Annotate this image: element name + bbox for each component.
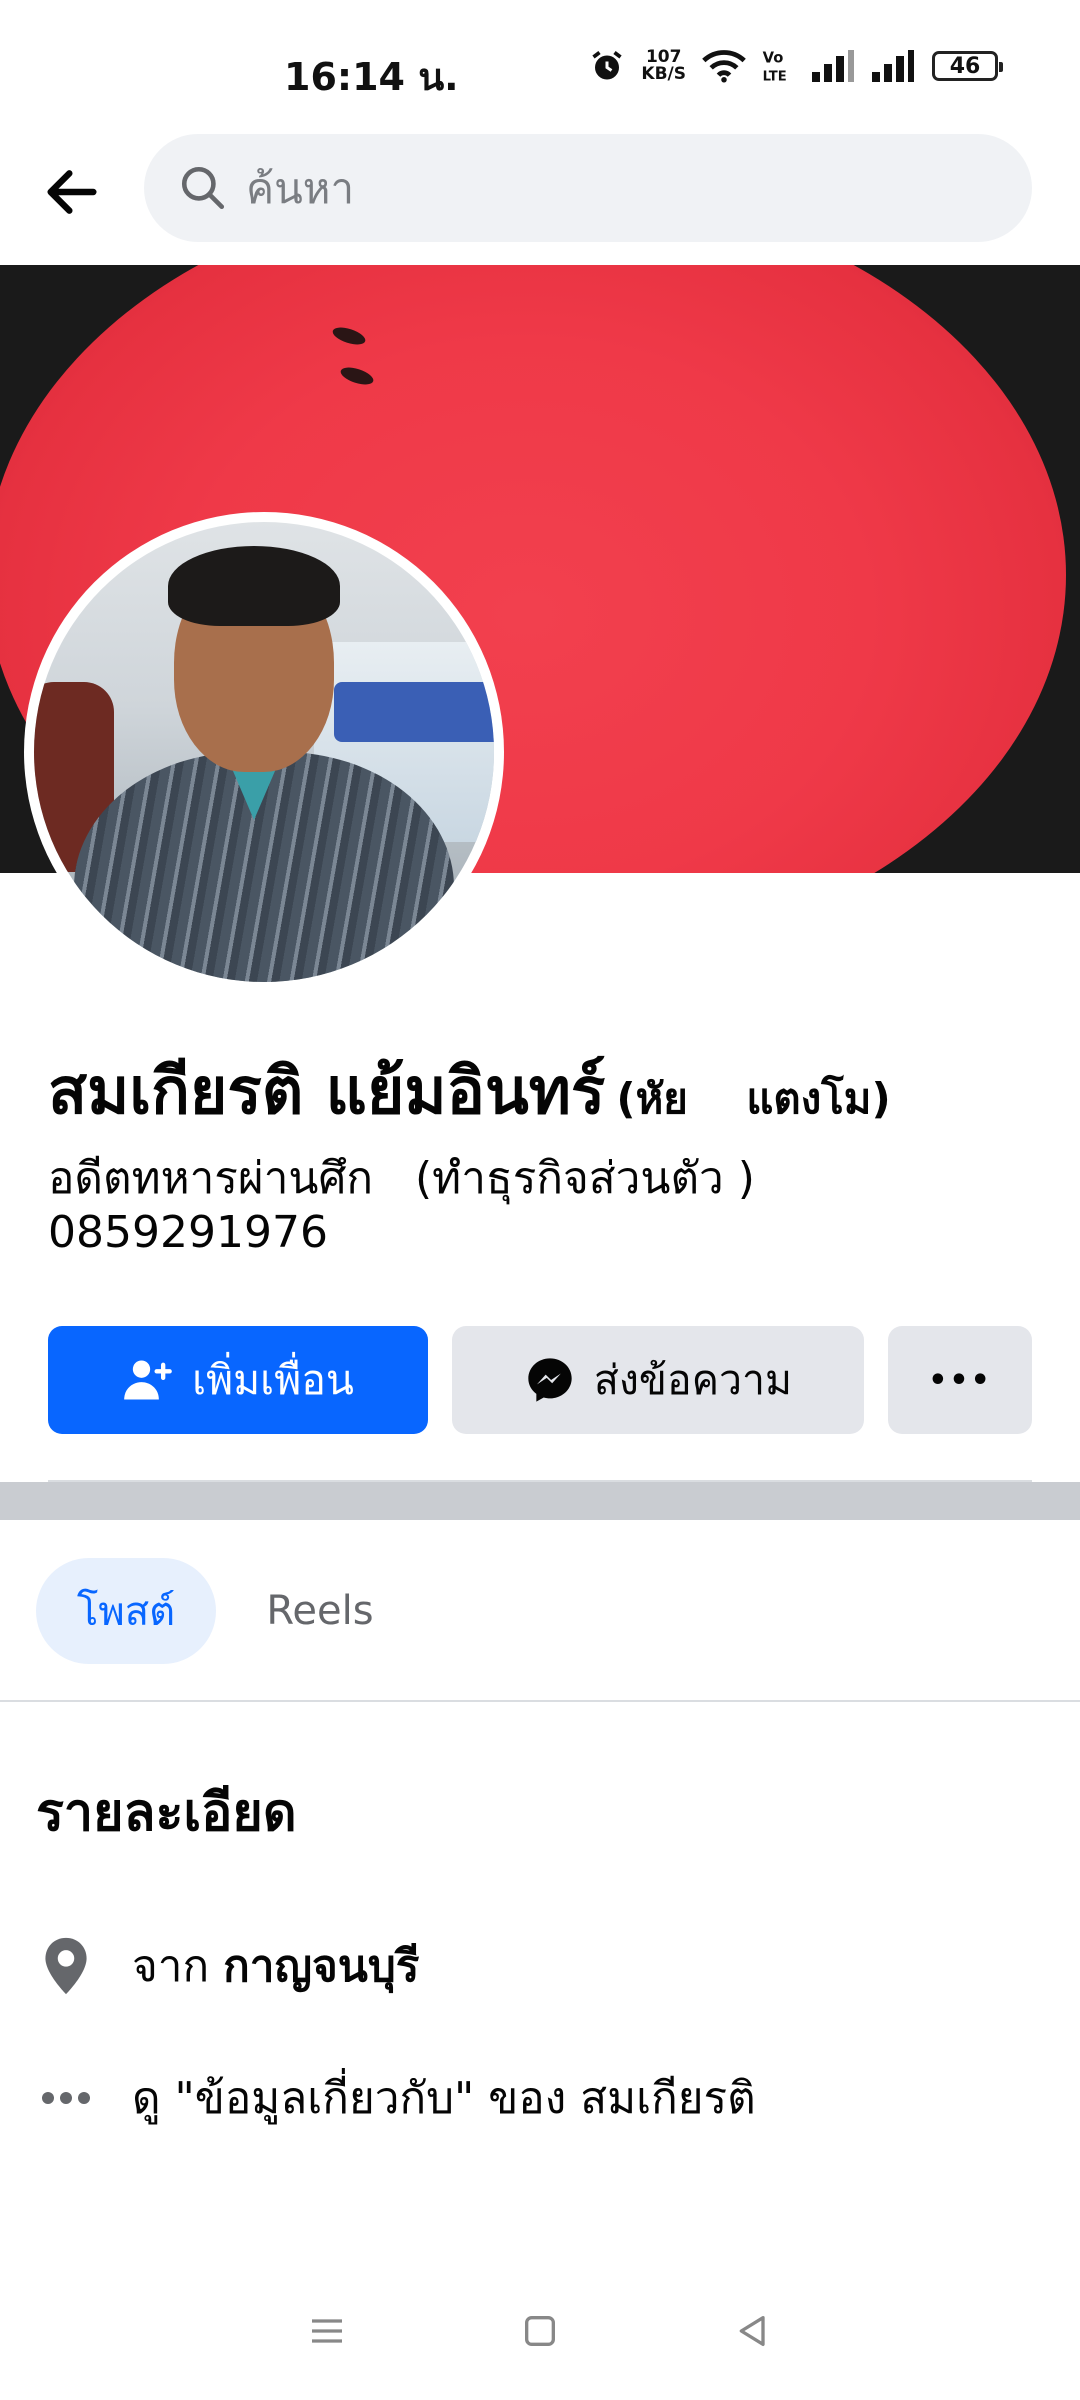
detail-from: จาก กาญจนบุรี: [36, 1926, 1036, 2006]
menu-icon: [311, 2319, 342, 2343]
more-horizontal-icon: •••: [928, 1362, 992, 1398]
svg-text:Vo: Vo: [763, 50, 784, 67]
more-options-button[interactable]: •••: [888, 1326, 1032, 1434]
location-pin-icon: [45, 1937, 87, 1995]
status-time: 16:14 น.: [284, 55, 459, 99]
arrow-left-icon: [47, 170, 97, 214]
search-input[interactable]: [246, 163, 946, 213]
add-friend-label: เพิ่มเพื่อน: [192, 1355, 354, 1404]
system-nav-bar: [0, 2262, 1080, 2400]
detail-about-link[interactable]: ดู "ข้อมูลเกี่ยวกับ" ของ สมเกียรติ: [132, 2063, 756, 2133]
messenger-icon: [528, 1358, 572, 1402]
alarm-icon: [592, 51, 623, 80]
home-square-icon: [524, 2316, 555, 2346]
back-button[interactable]: [34, 154, 110, 230]
search-header: [0, 130, 1080, 265]
message-button[interactable]: ส่งข้อความ: [452, 1326, 864, 1434]
avatar-image: [34, 522, 494, 982]
wifi-icon: [702, 50, 746, 83]
search-box[interactable]: [144, 134, 1032, 242]
profile-name: สมเกียรติ แย้มอินทร์ (หัย แตงโม): [48, 1040, 891, 1142]
message-label: ส่งข้อความ: [593, 1355, 793, 1404]
back-nav-button[interactable]: [713, 2291, 793, 2371]
tab-posts[interactable]: โพสต์: [36, 1558, 216, 1664]
detail-about[interactable]: ดู "ข้อมูลเกี่ยวกับ" ของ สมเกียรติ: [36, 2058, 1036, 2138]
more-horizontal-icon: [42, 2092, 90, 2104]
network-speed: 107 KB/S: [641, 49, 686, 83]
menu-nav-button[interactable]: [287, 2291, 367, 2371]
section-divider: [0, 1482, 1080, 1520]
search-icon: [181, 166, 225, 210]
home-nav-button[interactable]: [500, 2291, 580, 2371]
signal-icon-2: [872, 50, 914, 82]
profile-actions: เพิ่มเพื่อน ส่งข้อความ •••: [48, 1326, 1032, 1434]
detail-from-place[interactable]: กาญจนบุรี: [223, 1941, 419, 1992]
person-add-icon: [124, 1360, 172, 1400]
battery-indicator: 46: [932, 51, 1003, 81]
back-triangle-icon: [739, 2316, 765, 2346]
status-bar: 16:14 น. 107 KB/S Vo LTE 46: [0, 0, 1080, 130]
profile-name-main: สมเกียรติ แย้มอินทร์: [48, 1055, 606, 1129]
signal-icon-1: [812, 50, 854, 82]
profile-tabs: โพสต์ Reels: [0, 1520, 1080, 1702]
profile-avatar[interactable]: [24, 512, 504, 992]
svg-text:LTE: LTE: [763, 70, 787, 84]
tab-reels[interactable]: Reels: [250, 1558, 390, 1664]
profile-alternate-name: (หัย แตงโม): [616, 1074, 891, 1123]
volte-icon: Vo LTE: [763, 50, 787, 84]
status-icons: 107 KB/S Vo LTE 46: [589, 48, 1003, 84]
details-title: รายละเอียด: [36, 1783, 297, 1843]
add-friend-button[interactable]: เพิ่มเพื่อน: [48, 1326, 428, 1434]
network-speed-unit: KB/S: [641, 64, 686, 84]
profile-bio: อดีตทหารผ่านศึก (ทำธุรกิจส่วนตัว ) 08592…: [48, 1153, 755, 1258]
detail-from-prefix: จาก: [132, 1941, 210, 1992]
